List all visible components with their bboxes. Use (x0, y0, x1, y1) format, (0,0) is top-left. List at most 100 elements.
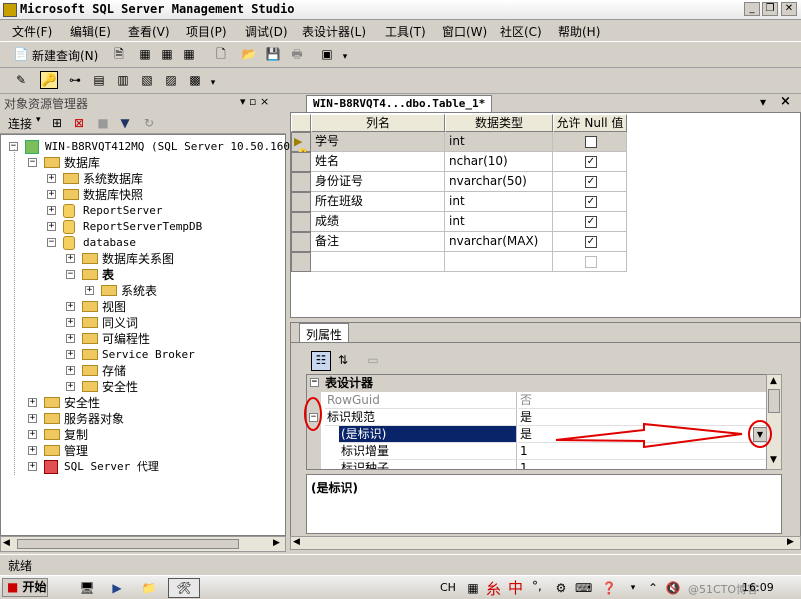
tab-list-dropdown-icon[interactable]: ▾ (760, 95, 766, 109)
add-item-icon[interactable]: 🗋 (212, 45, 230, 63)
tree-item[interactable]: + Service Broker (1, 347, 285, 363)
menu-view[interactable]: 查看(V) (128, 23, 170, 40)
relationships-icon[interactable]: ⊶ (66, 71, 84, 89)
allow-nulls-checkbox[interactable]: ✓ (585, 216, 597, 228)
property-value[interactable]: 是 (518, 426, 766, 443)
tree-item[interactable]: + 管理 (1, 443, 285, 459)
panel-pin-controls[interactable]: ▾ ▫ × (240, 95, 269, 108)
property-row[interactable]: 标识种子 1 (307, 460, 781, 469)
tree-item[interactable]: + ReportServerTempDB (1, 219, 285, 235)
system-clock[interactable]: 16:09 (742, 581, 774, 594)
expand-icon[interactable]: + (28, 430, 37, 439)
data-type-cell[interactable]: int (445, 132, 553, 152)
tree-item[interactable]: − database (1, 235, 285, 251)
categorized-icon[interactable]: ☷ (311, 351, 331, 371)
stop-icon[interactable]: ■ (94, 114, 112, 132)
allow-nulls-checkbox[interactable]: ✓ (585, 236, 597, 248)
menu-table-designer[interactable]: 表设计器(L) (302, 23, 366, 40)
collapse-category-icon[interactable]: − (310, 378, 319, 387)
tree-item[interactable]: + 数据库关系图 (1, 251, 285, 267)
menu-window[interactable]: 窗口(W) (442, 23, 487, 40)
tree-item[interactable]: + 视图 (1, 299, 285, 315)
expand-icon[interactable]: + (66, 302, 75, 311)
ssms-taskbar-button[interactable]: 🛠 (168, 578, 200, 598)
expand-icon[interactable]: + (66, 334, 75, 343)
tree-item[interactable]: + 系统数据库 (1, 171, 285, 187)
refresh-icon[interactable]: ↻ (140, 114, 158, 132)
expand-icon[interactable]: + (85, 286, 94, 295)
menu-debug[interactable]: 调试(D) (245, 23, 288, 40)
explorer-icon[interactable]: 📁 (140, 579, 158, 597)
row-selector[interactable] (291, 252, 311, 272)
tree-item[interactable]: + 可编程性 (1, 331, 285, 347)
connect-object-explorer-icon[interactable]: ⊞ (48, 114, 66, 132)
filter-icon[interactable]: ▼ (116, 114, 134, 132)
collapse-icon[interactable]: − (28, 158, 37, 167)
allow-nulls-checkbox[interactable]: ✓ (585, 156, 597, 168)
tray-expand-icon[interactable]: ⌃ (644, 579, 662, 597)
print-icon[interactable]: 🖶 (288, 45, 306, 63)
expand-icon[interactable]: + (47, 222, 56, 231)
toolbar2-overflow-icon[interactable]: ▾ (208, 74, 218, 92)
data-type-cell[interactable] (445, 252, 553, 272)
tree-item[interactable]: + SQL Server 代理 (1, 459, 285, 475)
expand-icon[interactable]: + (47, 174, 56, 183)
connect-dropdown-icon[interactable]: ▾ (36, 115, 41, 125)
input-language[interactable]: CH (440, 581, 456, 594)
xml-index-icon[interactable]: ▧ (138, 71, 156, 89)
row-selector[interactable] (291, 192, 311, 212)
primary-key-icon[interactable]: 🔑 (40, 71, 58, 89)
data-type-cell[interactable]: nvarchar(MAX) (445, 232, 553, 252)
ime-logo-icon[interactable]: ⽷ (486, 578, 501, 599)
menu-help[interactable]: 帮助(H) (558, 23, 600, 40)
ime-punct-icon[interactable]: °, (532, 579, 542, 593)
value-dropdown-button[interactable]: ▼ (753, 427, 767, 442)
menu-project[interactable]: 项目(P) (186, 23, 227, 40)
data-type-cell[interactable]: int (445, 212, 553, 232)
save-icon[interactable]: 💾 (264, 45, 282, 63)
tree-item[interactable]: + 安全性 (1, 395, 285, 411)
data-type-cell[interactable]: int (445, 192, 553, 212)
tab-table-designer[interactable]: WIN-B8RVQT4...dbo.Table_1* (306, 95, 493, 112)
activity-monitor-icon[interactable]: ▣ (318, 45, 336, 63)
collapse-icon[interactable]: − (47, 238, 56, 247)
minimize-button[interactable]: _ (744, 2, 760, 16)
ime-toolbar-icon[interactable]: ▦ (464, 579, 482, 597)
allow-nulls-checkbox[interactable]: ✓ (585, 196, 597, 208)
tree-item[interactable]: + 系统表 (1, 283, 285, 299)
close-button[interactable]: ✕ (781, 2, 797, 16)
tab-column-properties[interactable]: 列属性 (299, 323, 350, 342)
property-row[interactable]: 标识增量 1 (307, 443, 781, 460)
connect-button[interactable]: 连接 (8, 115, 32, 132)
row-selector[interactable] (291, 172, 311, 192)
start-button[interactable]: ■ 开始 (2, 578, 48, 597)
primary-key-row-selector[interactable]: ▶🔑 (291, 132, 311, 161)
new-query-button[interactable]: 新建查询(N) (32, 47, 98, 64)
tree-item[interactable]: + 同义词 (1, 315, 285, 331)
collapse-identity-icon[interactable]: − (309, 413, 318, 422)
restore-button[interactable]: ❐ (762, 2, 778, 16)
column-name-cell[interactable]: 学号 (311, 132, 445, 152)
tree-item[interactable]: + 存储 (1, 363, 285, 379)
ime-softkbd-icon[interactable]: ⚙ (552, 579, 570, 597)
tree-item[interactable]: − 数据库 (1, 155, 285, 171)
tree-item[interactable]: + 复制 (1, 427, 285, 443)
dmx-query-icon[interactable]: ▦ (158, 45, 176, 63)
data-type-cell[interactable]: nchar(10) (445, 152, 553, 172)
column-name-cell[interactable]: 姓名 (311, 152, 445, 172)
expand-icon[interactable]: + (66, 366, 75, 375)
column-name-cell[interactable]: 身份证号 (311, 172, 445, 192)
tree-item[interactable]: + 安全性 (1, 379, 285, 395)
row-selector[interactable] (291, 152, 311, 172)
expand-icon[interactable]: + (66, 350, 75, 359)
open-folder-icon[interactable]: 📂 (240, 45, 258, 63)
expand-icon[interactable]: + (66, 382, 75, 391)
expand-icon[interactable]: + (28, 414, 37, 423)
indexes-keys-icon[interactable]: ▤ (90, 71, 108, 89)
spatial-index-icon[interactable]: ▩ (186, 71, 204, 89)
toolbar-overflow-icon[interactable]: ▾ (340, 48, 350, 66)
expand-icon[interactable]: + (66, 254, 75, 263)
menu-community[interactable]: 社区(C) (500, 23, 542, 40)
expand-icon[interactable]: + (47, 206, 56, 215)
expand-icon[interactable]: + (28, 462, 37, 471)
